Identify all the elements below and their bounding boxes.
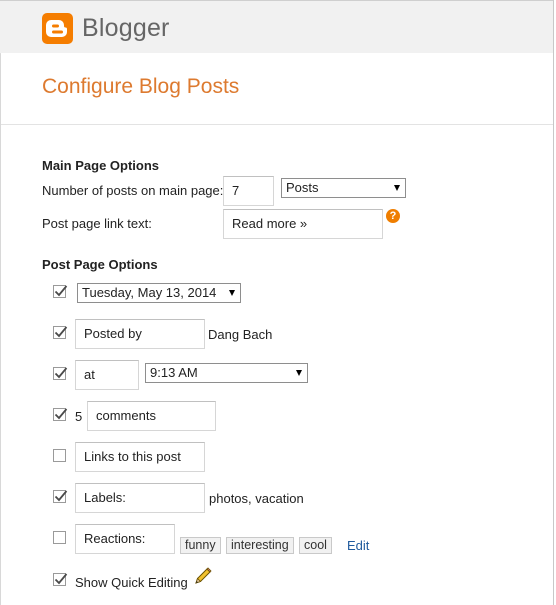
app-header: Blogger (0, 0, 553, 54)
posts-unit-value: Posts (286, 180, 319, 195)
post-page-options-heading: Post Page Options (42, 257, 158, 272)
link-text-label: Post page link text: (42, 216, 152, 231)
date-checkbox[interactable] (53, 285, 68, 298)
blogger-logo-icon[interactable] (42, 13, 73, 44)
posts-unit-select[interactable]: Posts (281, 178, 406, 198)
posts-count-input[interactable]: 7 (223, 176, 274, 206)
reactions-edit-link[interactable]: Edit (347, 538, 369, 553)
reactions-label-input[interactable]: Reactions: (75, 524, 175, 554)
pencil-icon (193, 566, 213, 589)
chevron-down-icon (296, 370, 302, 376)
settings-panel: Main Page Options Number of posts on mai… (1, 125, 553, 605)
reaction-chip-interesting: interesting (226, 537, 294, 554)
labels-label-input[interactable]: Labels: (75, 483, 205, 513)
comments-count: 5 (75, 409, 83, 424)
comments-label-input[interactable]: comments (87, 401, 216, 431)
author-checkbox[interactable] (53, 326, 68, 339)
posts-count-label: Number of posts on main page: (42, 183, 224, 198)
chevron-down-icon (394, 185, 400, 191)
reactions-checkbox[interactable] (53, 531, 66, 544)
time-label-input[interactable]: at (75, 360, 139, 390)
link-text-input[interactable]: Read more » (223, 209, 383, 239)
labels-checkbox[interactable] (53, 490, 68, 503)
backlinks-checkbox[interactable] (53, 449, 66, 462)
help-icon[interactable]: ? (386, 209, 400, 223)
time-checkbox[interactable] (53, 367, 68, 380)
labels-example: photos, vacation (209, 491, 304, 506)
brand-name[interactable]: Blogger (82, 14, 170, 43)
chevron-down-icon (229, 290, 235, 296)
quick-edit-label: Show Quick Editing (75, 575, 188, 590)
title-bar: Configure Blog Posts (1, 53, 553, 125)
date-format-value: Tuesday, May 13, 2014 (82, 285, 217, 300)
time-format-select[interactable]: 9:13 AM (145, 363, 308, 383)
comments-checkbox[interactable] (53, 408, 68, 421)
reaction-chip-funny: funny (180, 537, 221, 554)
page-title: Configure Blog Posts (42, 75, 240, 98)
main-page-options-heading: Main Page Options (42, 158, 160, 173)
backlinks-label-input[interactable]: Links to this post (75, 442, 205, 472)
window-border-right (553, 0, 554, 605)
quick-edit-checkbox[interactable] (53, 573, 68, 586)
reaction-chip-cool: cool (299, 537, 332, 554)
time-format-value: 9:13 AM (150, 365, 198, 380)
posted-by-input[interactable]: Posted by (75, 319, 205, 349)
author-name: Dang Bach (208, 327, 273, 342)
date-format-select[interactable]: Tuesday, May 13, 2014 (77, 283, 241, 303)
